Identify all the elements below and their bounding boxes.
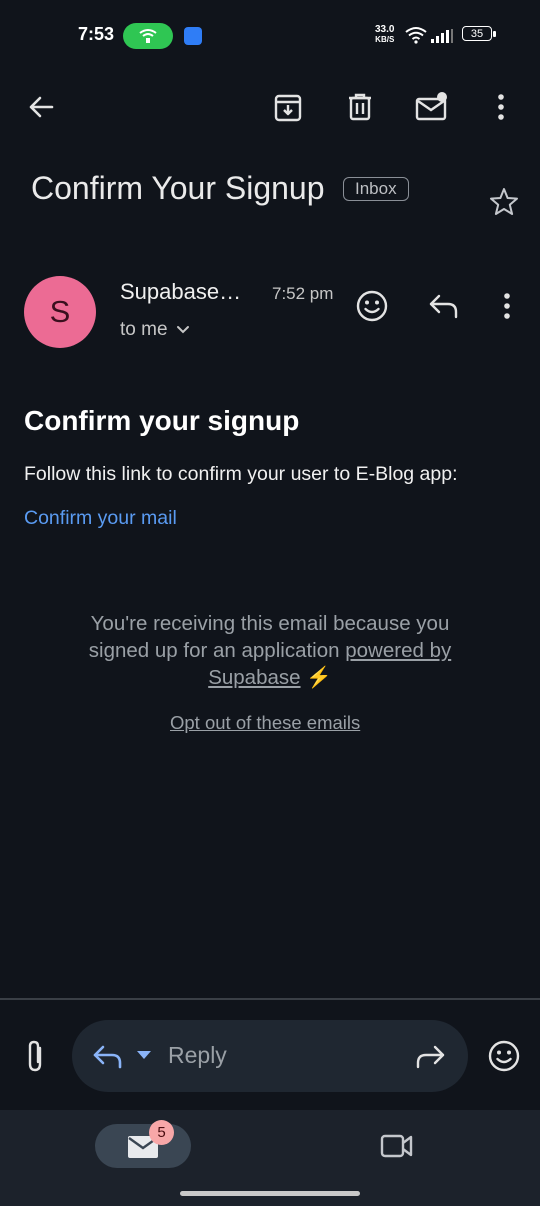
reply-bar[interactable] xyxy=(72,1020,468,1092)
emoji-icon[interactable] xyxy=(487,1039,521,1073)
sent-time: 7:52 pm xyxy=(272,284,334,303)
status-time: 7:53 xyxy=(78,24,115,44)
chevron-down-icon xyxy=(176,325,190,335)
inbox-label-chip[interactable]: Inbox xyxy=(343,177,409,201)
home-indicator[interactable] xyxy=(180,1191,360,1196)
divider xyxy=(0,998,540,1000)
reply-type-dropdown-icon[interactable] xyxy=(135,1050,153,1060)
star-icon[interactable] xyxy=(488,186,520,218)
nav-mail-tab[interactable] xyxy=(95,1124,191,1168)
more-options-icon[interactable] xyxy=(489,92,513,122)
recipient-details-toggle[interactable]: to me xyxy=(120,319,190,341)
mail-unread-badge: 5 xyxy=(149,1120,174,1145)
recipient-label: to me xyxy=(120,319,168,340)
opt-out-link[interactable]: Opt out of these emails xyxy=(170,712,360,734)
reply-icon[interactable] xyxy=(428,292,460,320)
back-arrow-icon[interactable] xyxy=(26,92,56,122)
network-speed-unit: KB/S xyxy=(375,35,395,44)
sender-avatar[interactable]: S xyxy=(24,276,96,348)
attachment-icon[interactable] xyxy=(20,1038,50,1074)
hotspot-indicator xyxy=(123,23,173,49)
sender-name[interactable]: Supabase… xyxy=(120,279,241,305)
wifi-icon xyxy=(405,26,427,44)
body-heading: Confirm your signup xyxy=(24,405,300,436)
delete-icon[interactable] xyxy=(346,92,374,122)
signal-icon xyxy=(431,29,455,43)
reply-type-icon[interactable] xyxy=(92,1043,124,1069)
lightning-icon: ⚡ xyxy=(306,666,332,689)
meet-video-icon[interactable] xyxy=(380,1132,414,1160)
mark-unread-icon[interactable] xyxy=(415,92,449,122)
add-reaction-icon[interactable] xyxy=(355,289,389,323)
hotspot-icon xyxy=(138,28,158,44)
footer-text: You're receiving this email because you … xyxy=(60,610,480,691)
app-notification-icon xyxy=(184,27,202,45)
body-text: Follow this link to confirm your user to… xyxy=(24,463,458,485)
confirm-mail-link[interactable]: Confirm your mail xyxy=(24,507,177,530)
message-more-options-icon[interactable] xyxy=(495,291,519,321)
archive-icon[interactable] xyxy=(273,93,303,123)
battery-indicator: 35 xyxy=(462,26,496,41)
network-speed: 33.0 KB/S xyxy=(375,24,395,45)
email-subject: Confirm Your Signup xyxy=(31,170,325,206)
forward-icon[interactable] xyxy=(414,1043,446,1069)
network-speed-value: 33.0 xyxy=(375,24,395,35)
reply-input[interactable]: Reply xyxy=(168,1042,227,1069)
